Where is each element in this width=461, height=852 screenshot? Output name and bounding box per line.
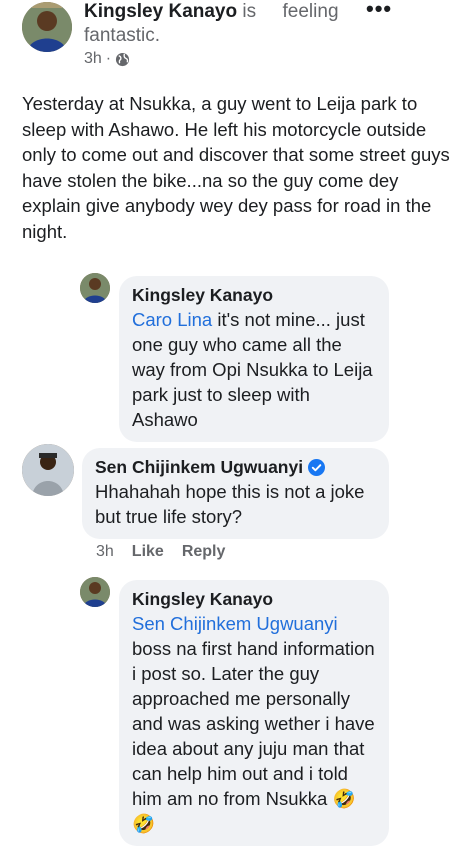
comment-bubble: Kingsley Kanayo Sen Chijinkem Ugwuanyi bo…	[119, 580, 389, 846]
comment-author[interactable]: Kingsley Kanayo	[132, 284, 377, 307]
comment-text: Hhahahah hope this is not a joke but tru…	[95, 481, 365, 527]
more-dots-icon[interactable]: •••	[366, 0, 392, 22]
post-body: Yesterday at Nsukka, a guy went to Leija…	[22, 93, 450, 242]
comment-actions: 3h Like Reply	[96, 543, 225, 561]
comment-bubble: Sen Chijinkem Ugwuanyi Hhahahah hope thi…	[82, 448, 389, 539]
author-avatar[interactable]	[22, 2, 72, 52]
commenter-avatar[interactable]	[22, 444, 74, 496]
comment-author[interactable]: Kingsley Kanayo	[132, 588, 377, 611]
mention-link[interactable]: Caro Lina	[132, 309, 212, 330]
like-button[interactable]: Like	[132, 543, 164, 561]
mention-link[interactable]: Sen Chijinkem Ugwuanyi	[132, 613, 338, 634]
post-time[interactable]: 3h	[84, 50, 102, 68]
comment-text: Caro Lina it's not mine... just one guy …	[132, 309, 373, 430]
globe-icon	[116, 52, 130, 66]
post-header: Kingsley Kanayo is feeling fantastic.	[84, 0, 384, 48]
post-author-name[interactable]: Kingsley Kanayo	[84, 1, 237, 22]
comment-time[interactable]: 3h	[96, 543, 114, 561]
reply-button[interactable]: Reply	[182, 543, 226, 561]
commenter-avatar[interactable]	[80, 577, 110, 607]
comment-bubble: Kingsley Kanayo Caro Lina it's not mine.…	[119, 276, 389, 442]
feeling-word: feeling	[282, 1, 339, 22]
post-meta: 3h ·	[84, 50, 130, 68]
feeling-prefix: is	[237, 1, 257, 22]
verified-badge-icon	[308, 459, 326, 476]
commenter-avatar[interactable]	[80, 273, 110, 303]
feeling-value: fantastic.	[84, 25, 161, 46]
comment-text: Sen Chijinkem Ugwuanyi boss na first hand…	[132, 613, 375, 834]
comment-author: Sen Chijinkem Ugwuanyi	[95, 456, 377, 479]
